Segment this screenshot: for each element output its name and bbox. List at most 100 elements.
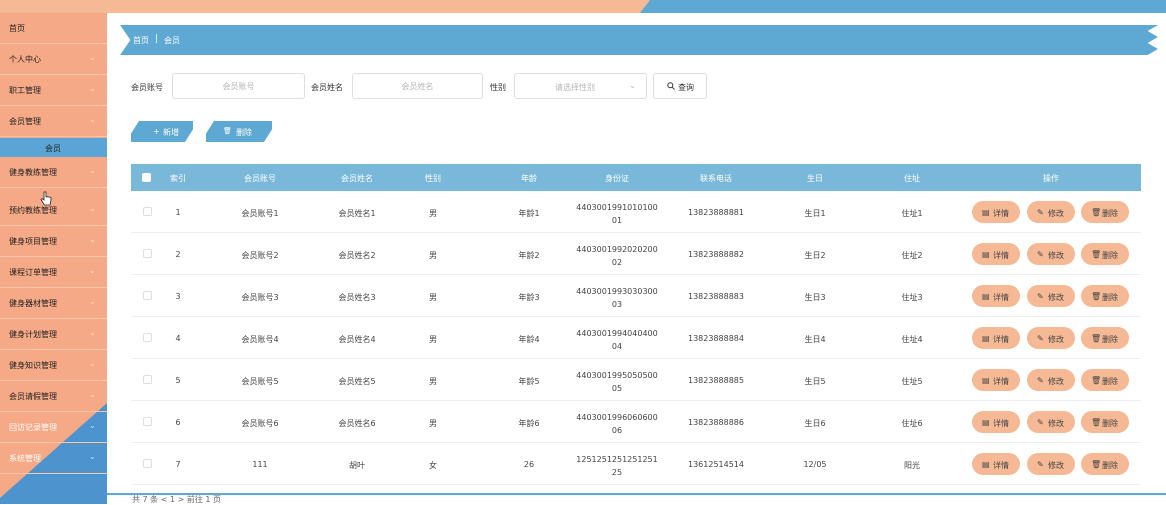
cell-birthday: 生日2 — [804, 251, 826, 260]
row-checkbox[interactable] — [143, 459, 152, 468]
detail-button[interactable]: ▤ 详情 — [972, 285, 1020, 307]
sidebar-item-leave[interactable]: 会员请假管理 ⌄ — [0, 381, 107, 412]
detail-button[interactable]: ▤ 详情 — [972, 369, 1020, 391]
cell-idcard-line: 4403001993030300 — [576, 287, 658, 296]
row-checkbox[interactable] — [143, 249, 152, 258]
batch-delete-button[interactable]: 🗑 删除 — [206, 121, 272, 142]
edit-button[interactable]: ✎ 修改 — [1027, 327, 1075, 349]
pencil-icon: ✎ — [1037, 208, 1044, 217]
sidebar-item-label: 个人中心 — [9, 55, 41, 64]
sidebar-item-booking[interactable]: 预约教练管理 ⌄ — [0, 195, 107, 226]
sidebar-item-coach[interactable]: 健身教练管理 ⌄ — [0, 157, 107, 188]
cell-age: 年龄1 — [518, 209, 540, 218]
edit-button-label: 修改 — [1048, 335, 1064, 344]
document-icon: ▤ — [982, 418, 990, 427]
detail-button-label: 详情 — [993, 293, 1009, 302]
delete-button[interactable]: 🗑 删除 — [1081, 201, 1129, 223]
cell-name: 会员姓名2 — [338, 251, 376, 260]
cell-idcard-line: 04 — [611, 342, 623, 351]
chevron-down-icon: ⌄ — [89, 328, 96, 337]
delete-button[interactable]: 🗑 删除 — [1081, 453, 1129, 475]
sidebar-item-followup[interactable]: 回访记录管理 ⌄ — [0, 412, 107, 443]
sidebar-subitem-member[interactable]: 会员 — [0, 138, 107, 157]
sidebar-item-home[interactable]: 首页 — [0, 13, 107, 44]
sidebar-item-equipment[interactable]: 健身器材管理 ⌄ — [0, 288, 107, 319]
sidebar-item-plan[interactable]: 健身计划管理 ⌄ — [0, 319, 107, 350]
cell-name: 会员姓名4 — [338, 335, 376, 344]
add-button[interactable]: + 新增 — [131, 121, 193, 142]
edit-button[interactable]: ✎ 修改 — [1027, 201, 1075, 223]
header-col-index: 索引 — [170, 174, 186, 183]
chevron-down-icon: ⌄ — [89, 235, 96, 244]
header-col-name: 会员姓名 — [341, 174, 373, 183]
cell-name: 会员姓名5 — [338, 377, 376, 386]
cell-address: 住址2 — [901, 251, 923, 260]
cell-idcard: 4403001993030300 03 — [576, 285, 657, 311]
row-checkbox[interactable] — [143, 417, 152, 426]
row-checkbox[interactable] — [143, 333, 152, 342]
delete-button[interactable]: 🗑 删除 — [1081, 411, 1129, 433]
row-checkbox[interactable] — [143, 291, 152, 300]
edit-button[interactable]: ✎ 修改 — [1027, 453, 1075, 475]
account-field[interactable] — [172, 73, 305, 99]
edit-button[interactable]: ✎ 修改 — [1027, 411, 1075, 433]
detail-button[interactable]: ▤ 详情 — [972, 243, 1020, 265]
header-col-phone: 联系电话 — [700, 174, 732, 183]
pencil-icon: ✎ — [1037, 292, 1044, 301]
row-checkbox[interactable] — [143, 207, 152, 216]
cell-account: 会员账号5 — [241, 377, 279, 386]
detail-button[interactable]: ▤ 详情 — [972, 327, 1020, 349]
edit-button[interactable]: ✎ 修改 — [1027, 285, 1075, 307]
table-header: 索引 会员账号 会员姓名 性别 年龄 身份证 联系电话 生日 住址 操作 — [131, 164, 1141, 191]
bottom-divider — [107, 493, 1166, 495]
delete-button[interactable]: 🗑 删除 — [1081, 369, 1129, 391]
detail-button-label: 详情 — [993, 251, 1009, 260]
edit-button[interactable]: ✎ 修改 — [1027, 369, 1075, 391]
sidebar-item-system[interactable]: 系统管理 ⌄ — [0, 443, 107, 474]
cell-age: 年龄5 — [518, 377, 540, 386]
sidebar-item-knowledge[interactable]: 健身知识管理 ⌄ — [0, 350, 107, 381]
name-field[interactable] — [352, 73, 483, 99]
detail-button[interactable]: ▤ 详情 — [972, 411, 1020, 433]
row-checkbox[interactable] — [143, 375, 152, 384]
cell-phone: 13823888886 — [688, 418, 744, 427]
detail-button[interactable]: ▤ 详情 — [972, 201, 1020, 223]
search-button[interactable]: 查询 — [653, 73, 707, 99]
delete-button[interactable]: 🗑 删除 — [1081, 285, 1129, 307]
delete-button[interactable]: 🗑 删除 — [1081, 243, 1129, 265]
delete-button[interactable]: 🗑 删除 — [1081, 327, 1129, 349]
account-input[interactable] — [173, 74, 304, 98]
cell-phone: 13823888882 — [688, 250, 744, 259]
chevron-down-icon: ⌄ — [89, 115, 96, 124]
table-row: 3 会员账号3 会员姓名3 男 年龄3 13823888883 生日3 住址3 44030019… — [131, 275, 1141, 317]
name-input[interactable] — [353, 74, 482, 98]
sidebar-item-member[interactable]: 会员管理 ⌄ — [0, 106, 107, 137]
sidebar-item-project[interactable]: 健身项目管理 ⌄ — [0, 226, 107, 257]
edit-button-label: 修改 — [1048, 251, 1064, 260]
pagination[interactable]: 共 7 条 < 1 > 前往 1 页 — [132, 494, 221, 505]
sidebar-item-label: 会员管理 — [9, 117, 41, 126]
sidebar-item-label: 健身计划管理 — [9, 330, 57, 339]
cell-name: 会员姓名3 — [338, 293, 376, 302]
chevron-down-icon: ⌄ — [89, 297, 96, 306]
cell-birthday: 生日4 — [804, 335, 826, 344]
document-icon: ▤ — [982, 460, 990, 469]
cell-address: 阳光 — [904, 461, 920, 470]
sidebar-item-staff[interactable]: 职工管理 ⌄ — [0, 75, 107, 106]
cell-age: 26 — [523, 460, 535, 469]
cell-index: 5 — [175, 376, 181, 385]
cell-idcard-line: 4403001994040400 — [576, 329, 658, 338]
detail-button-label: 详情 — [993, 419, 1009, 428]
gender-select[interactable]: 请选择性别 ⌄ — [514, 73, 647, 99]
table-row: 1 会员账号1 会员姓名1 男 年龄1 13823888881 生日1 住址1 44030019… — [131, 191, 1141, 233]
sidebar-item-label: 回访记录管理 — [9, 423, 57, 432]
breadcrumb-home[interactable]: 首页 — [133, 35, 149, 46]
sidebar-item-orders[interactable]: 课程订单管理 ⌄ — [0, 257, 107, 288]
detail-button[interactable]: ▤ 详情 — [972, 453, 1020, 475]
header-col-account: 会员账号 — [244, 174, 276, 183]
edit-button[interactable]: ✎ 修改 — [1027, 243, 1075, 265]
sidebar-item-label: 健身器材管理 — [9, 299, 57, 308]
select-all-checkbox[interactable] — [142, 173, 151, 182]
sidebar-item-profile[interactable]: 个人中心 ⌄ — [0, 44, 107, 75]
name-label: 会员姓名 — [311, 83, 343, 92]
